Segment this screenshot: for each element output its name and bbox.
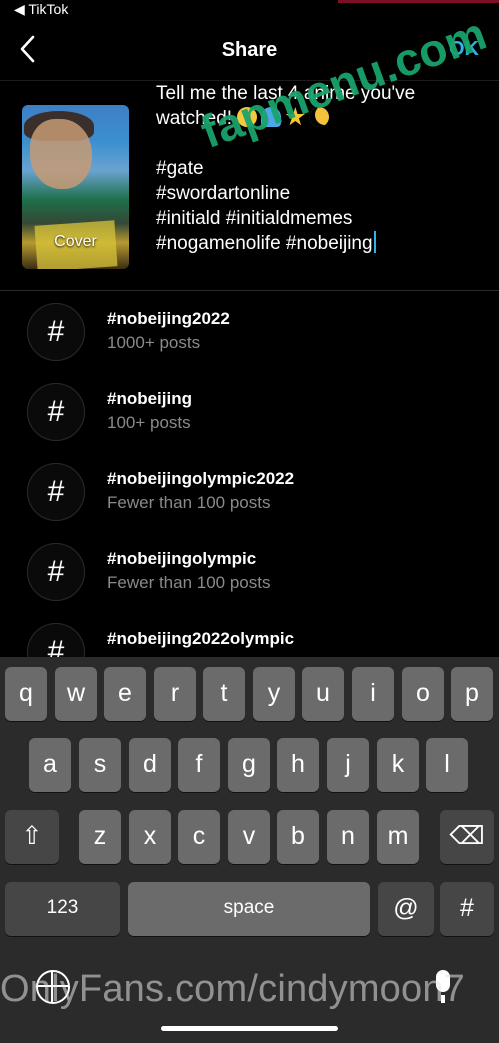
key-b[interactable]: b [277, 810, 319, 864]
hashtag-suggestions-list: # #nobeijing2022 1000+ posts # #nobeijin… [0, 291, 499, 657]
hashtag-name: #nobeijing [107, 389, 192, 408]
hashtag-name: #nobeijingolympic2022 [107, 469, 295, 488]
key-n[interactable]: n [327, 810, 369, 864]
shift-key-icon[interactable]: ⇧ [5, 810, 59, 864]
key-w[interactable]: w [55, 667, 97, 721]
key-g[interactable]: g [228, 738, 270, 792]
key-a[interactable]: a [29, 738, 71, 792]
key-v[interactable]: v [228, 810, 270, 864]
hashtag-name: #nobeijingolympic [107, 549, 257, 568]
key-m[interactable]: m [377, 810, 419, 864]
hashtag-post-count: Fewer than 100 posts [107, 493, 271, 512]
hashtag-icon: # [27, 543, 85, 601]
space-bar[interactable]: space [128, 882, 370, 936]
at-key[interactable]: @ [378, 882, 434, 936]
home-indicator[interactable] [161, 1026, 338, 1031]
delete-key-icon[interactable]: ⌫ [440, 810, 494, 864]
key-o[interactable]: o [402, 667, 444, 721]
key-x[interactable]: x [129, 810, 171, 864]
hashtag-suggestion[interactable]: # #nobeijingolympic Fewer than 100 posts [0, 531, 499, 611]
hashtag-suggestion[interactable]: # #nobeijing2022olympic [0, 611, 499, 657]
key-i[interactable]: i [352, 667, 394, 721]
hashtag-post-count: 1000+ posts [107, 333, 201, 352]
key-y[interactable]: y [253, 667, 295, 721]
caption-line: #swordartonline [156, 183, 291, 204]
watermark-text: OnlyFans.com/cindymoon7 [0, 968, 466, 1010]
key-e[interactable]: e [104, 667, 146, 721]
hashtag-icon: # [27, 383, 85, 441]
key-h[interactable]: h [277, 738, 319, 792]
cover-label[interactable]: Cover [22, 233, 129, 251]
cover-art-face [30, 119, 92, 189]
key-q[interactable]: q [5, 667, 47, 721]
hashtag-icon: # [27, 303, 85, 361]
cover-thumbnail[interactable]: Cover [22, 105, 129, 269]
caption-line: #initiald #initialdmemes [156, 208, 353, 229]
key-z[interactable]: z [79, 810, 121, 864]
hashtag-suggestion[interactable]: # #nobeijingolympic2022 Fewer than 100 p… [0, 451, 499, 531]
back-to-app-link[interactable]: ◀ TikTok [14, 1, 68, 18]
status-accent-bar [338, 0, 499, 3]
text-caret [373, 231, 376, 253]
status-bar: ◀ TikTok [0, 0, 499, 22]
caption-composer: Cover Tell me the last 4 anime you've wa… [0, 7, 499, 291]
key-p[interactable]: p [451, 667, 493, 721]
hashtag-post-count: 100+ posts [107, 413, 191, 432]
key-f[interactable]: f [178, 738, 220, 792]
key-c[interactable]: c [178, 810, 220, 864]
caption-line: #gate [156, 158, 204, 179]
key-s[interactable]: s [79, 738, 121, 792]
hashtag-suggestion[interactable]: # #nobeijing2022 1000+ posts [0, 291, 499, 371]
hashtag-icon: # [27, 623, 85, 657]
key-r[interactable]: r [154, 667, 196, 721]
key-t[interactable]: t [203, 667, 245, 721]
caption-line: #nogamenolife #nobeijing [156, 231, 476, 256]
key-u[interactable]: u [302, 667, 344, 721]
hashtag-name: #nobeijing2022olympic [107, 629, 295, 648]
hashtag-post-count: Fewer than 100 posts [107, 573, 271, 592]
hashtag-name: #nobeijing2022 [107, 309, 230, 328]
key-l[interactable]: l [426, 738, 468, 792]
numbers-key[interactable]: 123 [5, 882, 120, 936]
hashtag-icon: # [27, 463, 85, 521]
hashtag-suggestion[interactable]: # #nobeijing 100+ posts [0, 371, 499, 451]
key-k[interactable]: k [377, 738, 419, 792]
hash-key[interactable]: # [440, 882, 494, 936]
key-d[interactable]: d [129, 738, 171, 792]
key-j[interactable]: j [327, 738, 369, 792]
